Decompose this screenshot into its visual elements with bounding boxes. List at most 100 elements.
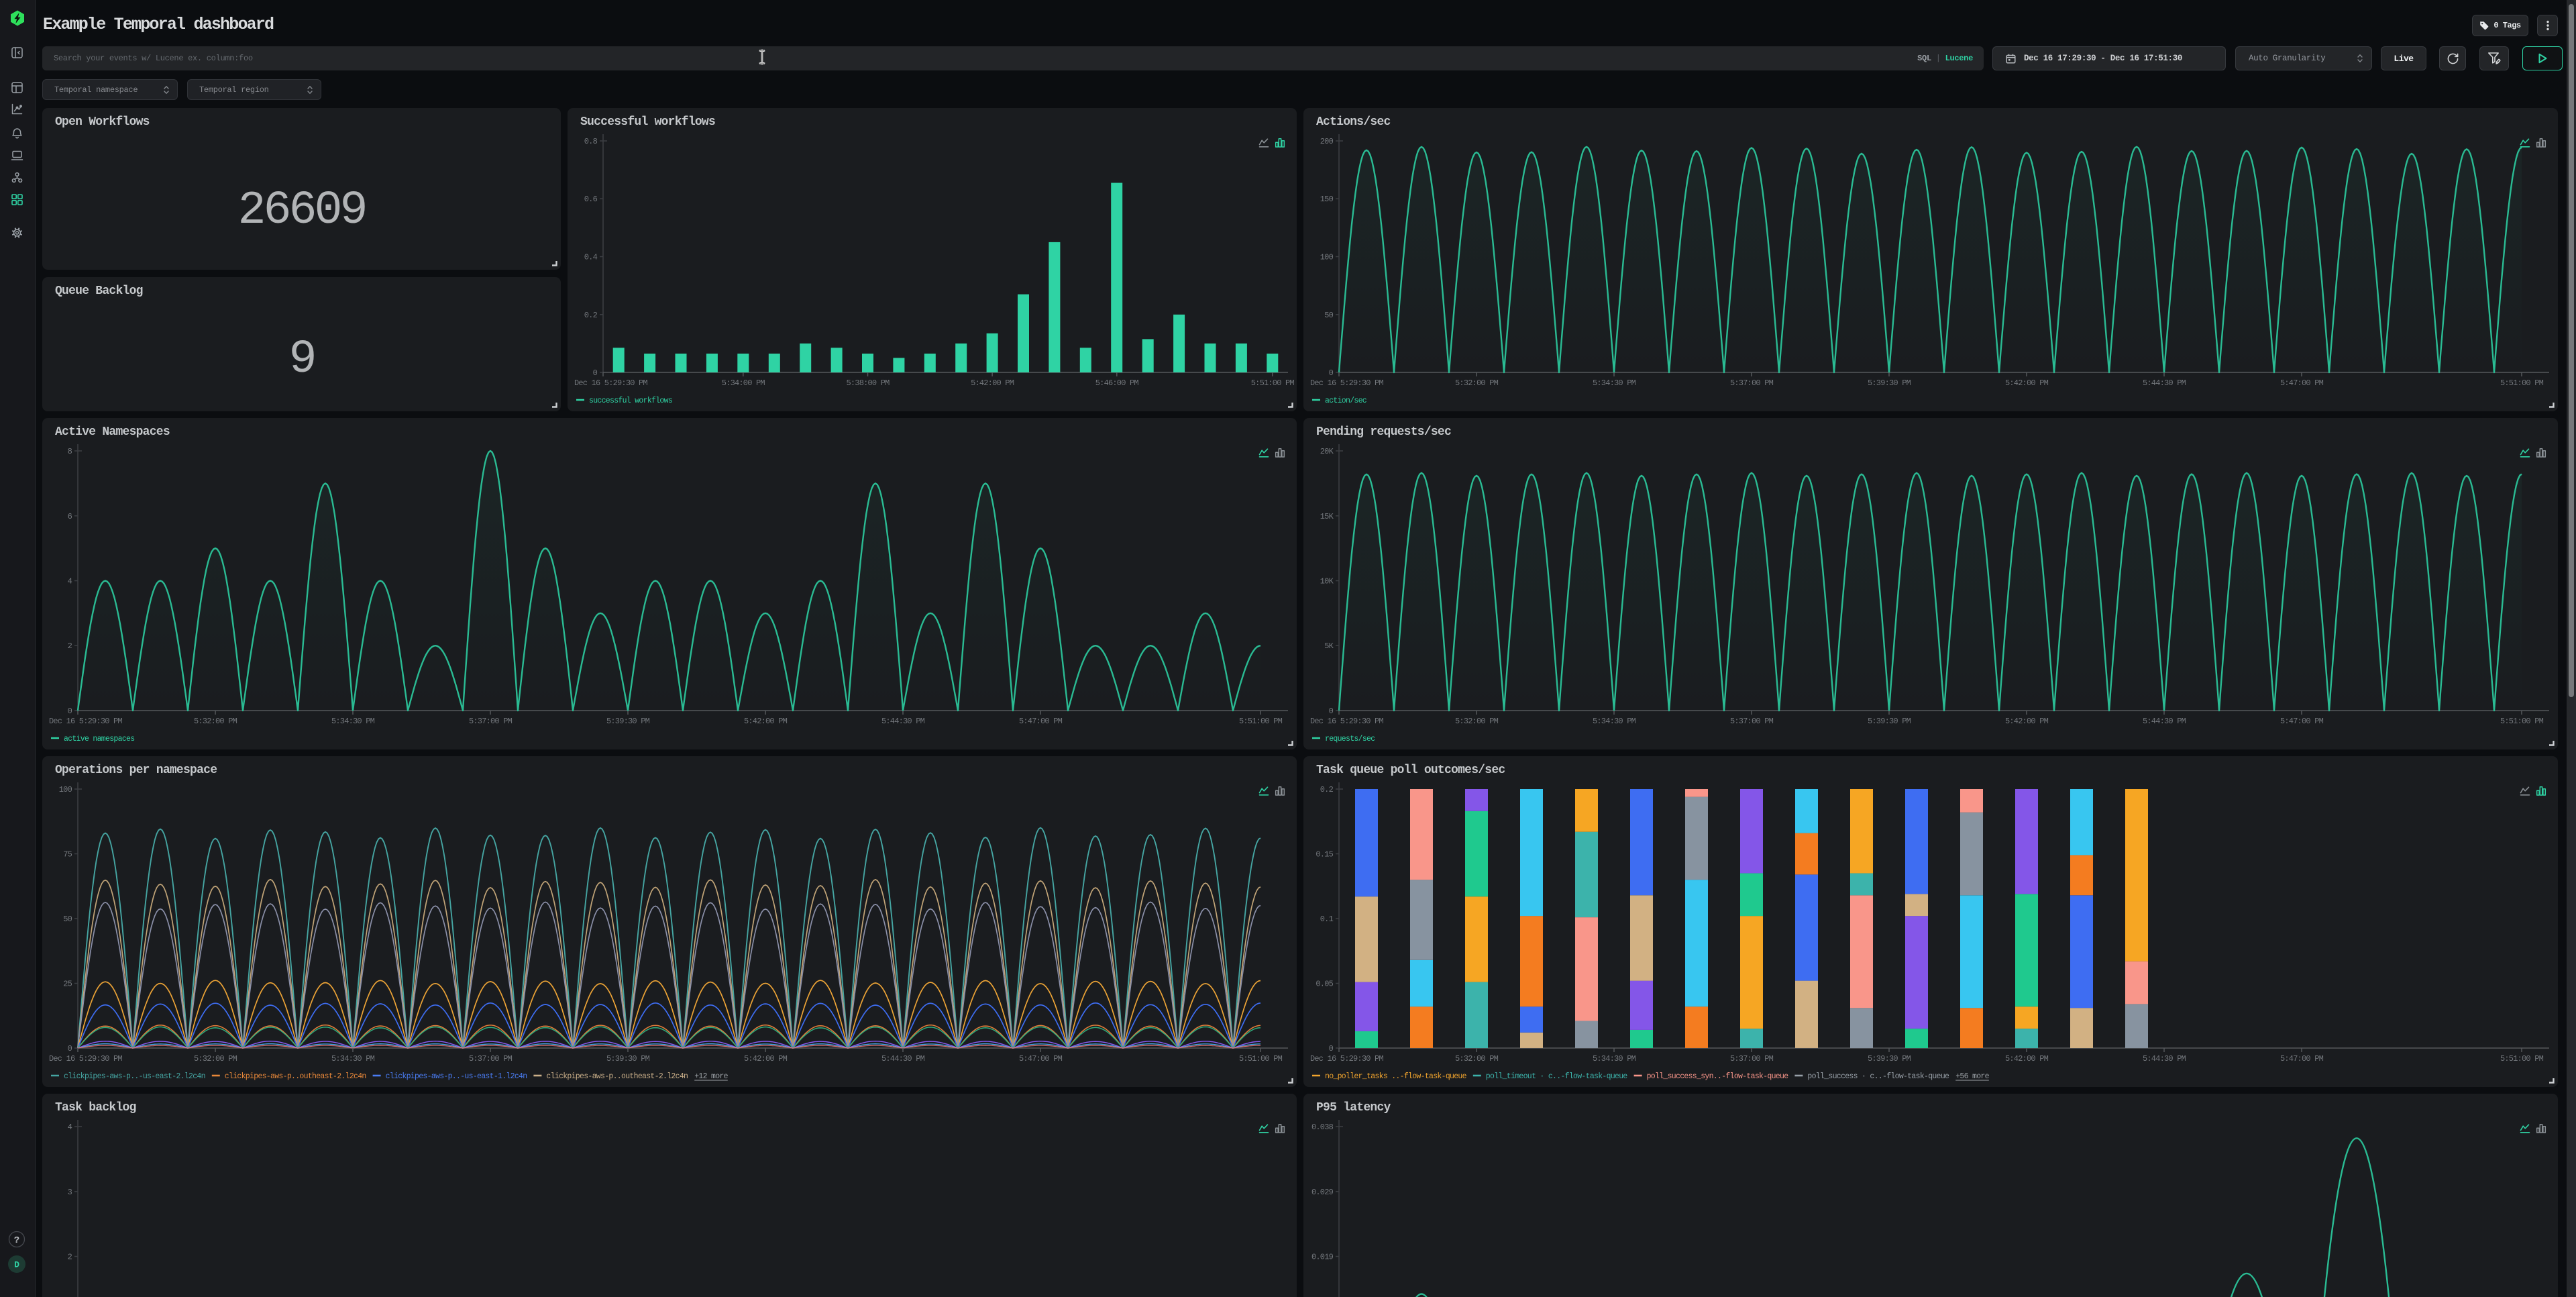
svg-text:0: 0 [1329, 1044, 1334, 1053]
svg-text:Dec 16 5:29:30 PM: Dec 16 5:29:30 PM [1310, 378, 1383, 388]
svg-text:action/sec: action/sec [1325, 397, 1367, 405]
svg-text:5:32:00 PM: 5:32:00 PM [1455, 1054, 1499, 1063]
svg-text:0.05: 0.05 [1316, 980, 1333, 989]
svg-text:25: 25 [63, 980, 72, 989]
svg-text:0.019: 0.019 [1311, 1253, 1334, 1262]
svg-text:D: D [14, 1260, 19, 1270]
svg-text:0.4: 0.4 [584, 253, 598, 262]
svg-text:5:44:30 PM: 5:44:30 PM [881, 1054, 925, 1063]
svg-text:Dec 16 5:29:30 PM: Dec 16 5:29:30 PM [1310, 1054, 1383, 1063]
svg-text:requests/sec: requests/sec [1325, 735, 1375, 743]
svg-text:5:44:30 PM: 5:44:30 PM [2143, 1054, 2186, 1063]
svg-text:5:44:30 PM: 5:44:30 PM [2143, 378, 2186, 388]
svg-text:0.2: 0.2 [584, 311, 598, 320]
svg-text:5:32:00 PM: 5:32:00 PM [194, 1054, 237, 1063]
svg-text:150: 150 [1320, 195, 1334, 204]
svg-text:0.038: 0.038 [1311, 1123, 1334, 1132]
svg-text:0.1: 0.1 [1320, 915, 1334, 924]
svg-text:5:37:00 PM: 5:37:00 PM [1730, 717, 1774, 726]
svg-text:5:47:00 PM: 5:47:00 PM [1019, 717, 1063, 726]
svg-text:4: 4 [68, 577, 72, 586]
svg-text:5:39:30 PM: 5:39:30 PM [1868, 378, 1911, 388]
svg-text:poll_success_syn..-flow-task-q: poll_success_syn..-flow-task-queue [1647, 1072, 1789, 1081]
svg-text:poll_success · c..-flow-task-q: poll_success · c..-flow-task-queue [1807, 1072, 1949, 1081]
svg-text:100: 100 [59, 785, 72, 794]
svg-text:no_poller_tasks ..-flow-task-q: no_poller_tasks ..-flow-task-queue [1325, 1072, 1467, 1081]
svg-text:10K: 10K [1320, 577, 1334, 586]
svg-text:4: 4 [68, 1123, 72, 1132]
svg-text:5:42:00 PM: 5:42:00 PM [2005, 378, 2049, 388]
svg-text:5:34:00 PM: 5:34:00 PM [722, 378, 765, 388]
svg-text:50: 50 [63, 915, 72, 924]
svg-text:Dec 16 5:29:30 PM: Dec 16 5:29:30 PM [49, 717, 122, 726]
svg-text:5:42:00 PM: 5:42:00 PM [971, 378, 1014, 388]
svg-text:8: 8 [68, 447, 72, 456]
svg-text:5:44:30 PM: 5:44:30 PM [2143, 717, 2186, 726]
svg-text:6: 6 [68, 512, 72, 521]
svg-text:15K: 15K [1320, 512, 1334, 521]
svg-text:5:42:00 PM: 5:42:00 PM [2005, 717, 2049, 726]
svg-text:0: 0 [593, 368, 598, 378]
svg-text:2: 2 [68, 1253, 72, 1262]
svg-text:3: 3 [68, 1188, 72, 1197]
svg-text:5:47:00 PM: 5:47:00 PM [1019, 1054, 1063, 1063]
svg-text:5:38:00 PM: 5:38:00 PM [846, 378, 890, 388]
svg-text:0: 0 [68, 707, 72, 716]
svg-text:0.8: 0.8 [584, 137, 598, 146]
svg-text:5:34:30 PM: 5:34:30 PM [331, 717, 375, 726]
svg-text:5:51:00 PM: 5:51:00 PM [1239, 717, 1283, 726]
svg-text:active namespaces: active namespaces [64, 735, 134, 743]
svg-text:successful workflows: successful workflows [589, 397, 672, 405]
svg-text:5:32:00 PM: 5:32:00 PM [194, 717, 237, 726]
svg-text:clickpipes-aws-p..outheast-2.l: clickpipes-aws-p..outheast-2.l2c4n [546, 1072, 688, 1081]
svg-text:5:46:00 PM: 5:46:00 PM [1095, 378, 1139, 388]
svg-text:5:42:00 PM: 5:42:00 PM [744, 1054, 788, 1063]
svg-text:5:51:00 PM: 5:51:00 PM [2500, 717, 2544, 726]
svg-text:+12 more: +12 more [694, 1072, 728, 1081]
svg-text:Dec 16 5:29:30 PM: Dec 16 5:29:30 PM [49, 1054, 122, 1063]
svg-text:2: 2 [68, 641, 72, 651]
svg-text:0: 0 [1329, 707, 1334, 716]
svg-text:5:32:00 PM: 5:32:00 PM [1455, 717, 1499, 726]
svg-text:50: 50 [1324, 311, 1333, 320]
svg-text:0: 0 [1329, 368, 1334, 378]
svg-text:200: 200 [1320, 137, 1334, 146]
svg-text:clickpipes-aws-p..-us-east-1.l: clickpipes-aws-p..-us-east-1.l2c4n [386, 1072, 527, 1081]
svg-text:5:37:00 PM: 5:37:00 PM [469, 1054, 513, 1063]
svg-text:0: 0 [68, 1044, 72, 1053]
svg-text:5:42:00 PM: 5:42:00 PM [2005, 1054, 2049, 1063]
svg-text:+56 more: +56 more [1955, 1072, 1989, 1081]
svg-text:0.2: 0.2 [1320, 785, 1334, 794]
svg-text:5:34:30 PM: 5:34:30 PM [331, 1054, 375, 1063]
svg-text:5K: 5K [1324, 641, 1334, 651]
svg-text:5:39:30 PM: 5:39:30 PM [606, 717, 650, 726]
svg-text:5:34:30 PM: 5:34:30 PM [1593, 1054, 1636, 1063]
svg-text:5:32:00 PM: 5:32:00 PM [1455, 378, 1499, 388]
svg-text:0.15: 0.15 [1316, 850, 1333, 860]
svg-text:poll_timeout · c..-flow-task-q: poll_timeout · c..-flow-task-queue [1486, 1072, 1628, 1081]
svg-text:5:39:30 PM: 5:39:30 PM [1868, 1054, 1911, 1063]
svg-text:0.6: 0.6 [584, 195, 598, 204]
svg-text:5:44:30 PM: 5:44:30 PM [881, 717, 925, 726]
svg-text:5:37:00 PM: 5:37:00 PM [1730, 1054, 1774, 1063]
svg-text:5:51:00 PM: 5:51:00 PM [1251, 378, 1295, 388]
svg-text:5:39:30 PM: 5:39:30 PM [1868, 717, 1911, 726]
svg-text:clickpipes-aws-p..-us-east-2.l: clickpipes-aws-p..-us-east-2.l2c4n [64, 1072, 205, 1081]
svg-text:5:37:00 PM: 5:37:00 PM [469, 717, 513, 726]
svg-text:0.029: 0.029 [1311, 1188, 1334, 1197]
svg-text:5:37:00 PM: 5:37:00 PM [1730, 378, 1774, 388]
svg-text:5:47:00 PM: 5:47:00 PM [2280, 717, 2324, 726]
svg-text:20K: 20K [1320, 447, 1334, 456]
svg-text:clickpipes-aws-p..outheast-2.l: clickpipes-aws-p..outheast-2.l2c4n [225, 1072, 366, 1081]
svg-text:5:47:00 PM: 5:47:00 PM [2280, 378, 2324, 388]
svg-text:5:42:00 PM: 5:42:00 PM [744, 717, 788, 726]
svg-text:5:34:30 PM: 5:34:30 PM [1593, 378, 1636, 388]
svg-text:?: ? [14, 1235, 19, 1246]
svg-text:75: 75 [63, 850, 72, 860]
svg-text:Dec 16 5:29:30 PM: Dec 16 5:29:30 PM [574, 378, 647, 388]
svg-text:5:51:00 PM: 5:51:00 PM [2500, 1054, 2544, 1063]
svg-text:5:51:00 PM: 5:51:00 PM [2500, 378, 2544, 388]
svg-text:100: 100 [1320, 253, 1334, 262]
svg-text:Dec 16 5:29:30 PM: Dec 16 5:29:30 PM [1310, 717, 1383, 726]
svg-text:5:34:30 PM: 5:34:30 PM [1593, 717, 1636, 726]
